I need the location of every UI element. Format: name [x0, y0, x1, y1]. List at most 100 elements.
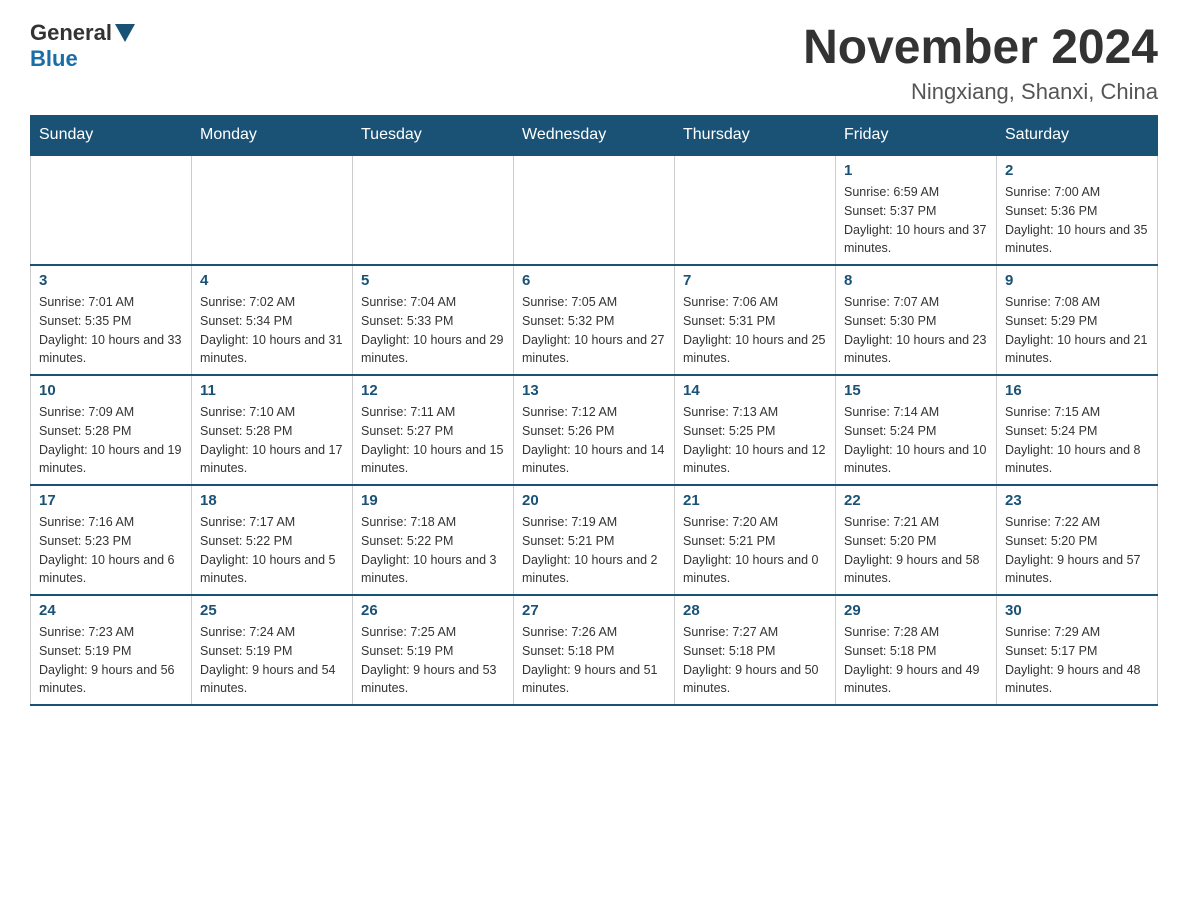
day-number: 30 — [1005, 602, 1149, 619]
day-info: Sunrise: 7:23 AMSunset: 5:19 PMDaylight:… — [39, 623, 183, 698]
day-number: 11 — [200, 382, 344, 399]
day-number: 29 — [844, 602, 988, 619]
calendar-cell: 5 Sunrise: 7:04 AMSunset: 5:33 PMDaylight… — [353, 265, 514, 375]
day-info: Sunrise: 7:12 AMSunset: 5:26 PMDaylight:… — [522, 403, 666, 478]
logo-blue-text: Blue — [30, 46, 78, 72]
day-number: 19 — [361, 492, 505, 509]
calendar-cell: 29 Sunrise: 7:28 AMSunset: 5:18 PMDayligh… — [836, 595, 997, 705]
calendar-cell: 25 Sunrise: 7:24 AMSunset: 5:19 PMDayligh… — [192, 595, 353, 705]
title-block: November 2024 Ningxiang, Shanxi, China — [803, 20, 1158, 105]
calendar-cell: 16 Sunrise: 7:15 AMSunset: 5:24 PMDayligh… — [997, 375, 1158, 485]
calendar-week-row: 17 Sunrise: 7:16 AMSunset: 5:23 PMDayligh… — [31, 485, 1158, 595]
day-number: 28 — [683, 602, 827, 619]
day-info: Sunrise: 7:22 AMSunset: 5:20 PMDaylight:… — [1005, 513, 1149, 588]
calendar-cell: 6 Sunrise: 7:05 AMSunset: 5:32 PMDaylight… — [514, 265, 675, 375]
day-number: 6 — [522, 272, 666, 289]
day-number: 12 — [361, 382, 505, 399]
day-number: 1 — [844, 162, 988, 179]
day-number: 7 — [683, 272, 827, 289]
calendar-cell: 15 Sunrise: 7:14 AMSunset: 5:24 PMDayligh… — [836, 375, 997, 485]
day-number: 10 — [39, 382, 183, 399]
day-number: 18 — [200, 492, 344, 509]
location-subtitle: Ningxiang, Shanxi, China — [803, 79, 1158, 105]
day-info: Sunrise: 7:00 AMSunset: 5:36 PMDaylight:… — [1005, 183, 1149, 258]
column-header-saturday: Saturday — [997, 116, 1158, 156]
day-info: Sunrise: 7:10 AMSunset: 5:28 PMDaylight:… — [200, 403, 344, 478]
day-info: Sunrise: 7:25 AMSunset: 5:19 PMDaylight:… — [361, 623, 505, 698]
column-header-friday: Friday — [836, 116, 997, 156]
calendar-cell: 12 Sunrise: 7:11 AMSunset: 5:27 PMDayligh… — [353, 375, 514, 485]
day-number: 15 — [844, 382, 988, 399]
day-info: Sunrise: 7:16 AMSunset: 5:23 PMDaylight:… — [39, 513, 183, 588]
calendar-week-row: 24 Sunrise: 7:23 AMSunset: 5:19 PMDayligh… — [31, 595, 1158, 705]
day-info: Sunrise: 7:04 AMSunset: 5:33 PMDaylight:… — [361, 293, 505, 368]
calendar-cell: 26 Sunrise: 7:25 AMSunset: 5:19 PMDayligh… — [353, 595, 514, 705]
day-number: 9 — [1005, 272, 1149, 289]
day-number: 2 — [1005, 162, 1149, 179]
day-info: Sunrise: 7:11 AMSunset: 5:27 PMDaylight:… — [361, 403, 505, 478]
day-number: 24 — [39, 602, 183, 619]
calendar-cell: 7 Sunrise: 7:06 AMSunset: 5:31 PMDaylight… — [675, 265, 836, 375]
day-info: Sunrise: 7:05 AMSunset: 5:32 PMDaylight:… — [522, 293, 666, 368]
day-info: Sunrise: 7:17 AMSunset: 5:22 PMDaylight:… — [200, 513, 344, 588]
calendar-cell: 27Sunrise: 7:26 AMSunset: 5:18 PMDayligh… — [514, 595, 675, 705]
calendar-cell — [192, 155, 353, 265]
calendar-cell — [675, 155, 836, 265]
column-header-thursday: Thursday — [675, 116, 836, 156]
day-number: 25 — [200, 602, 344, 619]
day-info: Sunrise: 7:08 AMSunset: 5:29 PMDaylight:… — [1005, 293, 1149, 368]
day-info: Sunrise: 7:24 AMSunset: 5:19 PMDaylight:… — [200, 623, 344, 698]
day-info: Sunrise: 6:59 AMSunset: 5:37 PMDaylight:… — [844, 183, 988, 258]
calendar-cell: 22 Sunrise: 7:21 AMSunset: 5:20 PMDayligh… — [836, 485, 997, 595]
calendar-week-row: 3 Sunrise: 7:01 AMSunset: 5:35 PMDaylight… — [31, 265, 1158, 375]
column-header-wednesday: Wednesday — [514, 116, 675, 156]
calendar-cell — [353, 155, 514, 265]
calendar-week-row: 10 Sunrise: 7:09 AMSunset: 5:28 PMDayligh… — [31, 375, 1158, 485]
day-number: 3 — [39, 272, 183, 289]
column-header-sunday: Sunday — [31, 116, 192, 156]
day-info: Sunrise: 7:27 AMSunset: 5:18 PMDaylight:… — [683, 623, 827, 698]
calendar-cell — [31, 155, 192, 265]
logo-triangle-icon — [115, 24, 135, 42]
calendar-cell: 14 Sunrise: 7:13 AMSunset: 5:25 PMDayligh… — [675, 375, 836, 485]
day-number: 21 — [683, 492, 827, 509]
calendar-cell: 19 Sunrise: 7:18 AMSunset: 5:22 PMDayligh… — [353, 485, 514, 595]
calendar-cell: 30 Sunrise: 7:29 AMSunset: 5:17 PMDayligh… — [997, 595, 1158, 705]
day-info: Sunrise: 7:15 AMSunset: 5:24 PMDaylight:… — [1005, 403, 1149, 478]
day-info: Sunrise: 7:18 AMSunset: 5:22 PMDaylight:… — [361, 513, 505, 588]
calendar-cell: 3 Sunrise: 7:01 AMSunset: 5:35 PMDaylight… — [31, 265, 192, 375]
day-number: 16 — [1005, 382, 1149, 399]
day-number: 4 — [200, 272, 344, 289]
day-info: Sunrise: 7:28 AMSunset: 5:18 PMDaylight:… — [844, 623, 988, 698]
day-number: 27 — [522, 602, 666, 619]
day-info: Sunrise: 7:02 AMSunset: 5:34 PMDaylight:… — [200, 293, 344, 368]
calendar-cell: 28 Sunrise: 7:27 AMSunset: 5:18 PMDayligh… — [675, 595, 836, 705]
month-year-title: November 2024 — [803, 20, 1158, 75]
day-number: 20 — [522, 492, 666, 509]
day-info: Sunrise: 7:13 AMSunset: 5:25 PMDaylight:… — [683, 403, 827, 478]
day-number: 14 — [683, 382, 827, 399]
day-number: 26 — [361, 602, 505, 619]
column-header-tuesday: Tuesday — [353, 116, 514, 156]
day-info: Sunrise: 7:21 AMSunset: 5:20 PMDaylight:… — [844, 513, 988, 588]
day-number: 22 — [844, 492, 988, 509]
day-number: 23 — [1005, 492, 1149, 509]
day-info: Sunrise: 7:29 AMSunset: 5:17 PMDaylight:… — [1005, 623, 1149, 698]
calendar-cell: 9 Sunrise: 7:08 AMSunset: 5:29 PMDaylight… — [997, 265, 1158, 375]
calendar-cell: 10 Sunrise: 7:09 AMSunset: 5:28 PMDayligh… — [31, 375, 192, 485]
day-info: Sunrise: 7:06 AMSunset: 5:31 PMDaylight:… — [683, 293, 827, 368]
calendar-cell: 1 Sunrise: 6:59 AMSunset: 5:37 PMDaylight… — [836, 155, 997, 265]
calendar-table: SundayMondayTuesdayWednesdayThursdayFrid… — [30, 115, 1158, 706]
day-number: 5 — [361, 272, 505, 289]
day-info: Sunrise: 7:01 AMSunset: 5:35 PMDaylight:… — [39, 293, 183, 368]
calendar-cell: 21 Sunrise: 7:20 AMSunset: 5:21 PMDayligh… — [675, 485, 836, 595]
calendar-cell: 17 Sunrise: 7:16 AMSunset: 5:23 PMDayligh… — [31, 485, 192, 595]
calendar-cell: 20Sunrise: 7:19 AMSunset: 5:21 PMDayligh… — [514, 485, 675, 595]
day-info: Sunrise: 7:09 AMSunset: 5:28 PMDaylight:… — [39, 403, 183, 478]
calendar-cell: 2 Sunrise: 7:00 AMSunset: 5:36 PMDaylight… — [997, 155, 1158, 265]
day-number: 17 — [39, 492, 183, 509]
day-info: Sunrise: 7:20 AMSunset: 5:21 PMDaylight:… — [683, 513, 827, 588]
day-info: Sunrise: 7:14 AMSunset: 5:24 PMDaylight:… — [844, 403, 988, 478]
column-header-monday: Monday — [192, 116, 353, 156]
logo: General Blue — [30, 20, 138, 72]
